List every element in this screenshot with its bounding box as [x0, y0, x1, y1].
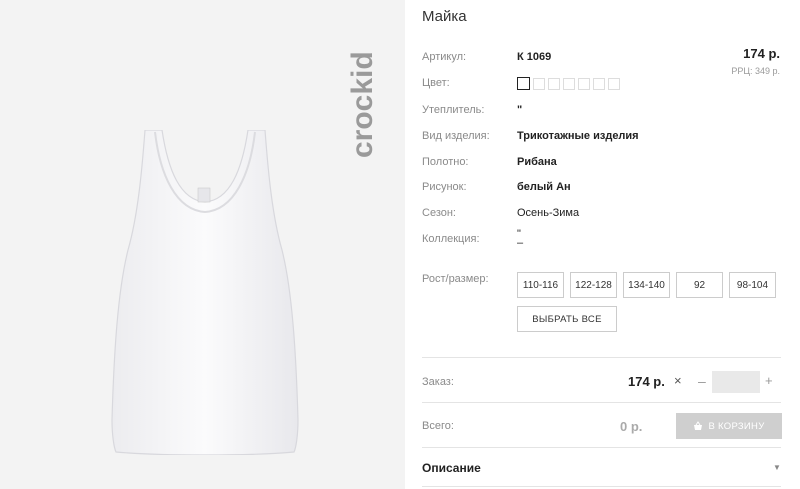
size-option-122-128[interactable]: 122-128 — [570, 272, 617, 298]
spec-label-season: Сезон: — [422, 207, 456, 219]
color-swatch[interactable] — [608, 77, 620, 90]
spec-label-article: Артикул: — [422, 51, 467, 63]
product-price: 174 р. — [743, 46, 780, 61]
size-option-98-104[interactable]: 98-104 — [729, 272, 776, 298]
spec-value-season: Осень-Зима — [517, 207, 580, 219]
order-label: Заказ: — [422, 376, 454, 388]
total-label: Всего: — [422, 420, 454, 432]
spec-label-collection: Коллекция: — [422, 233, 480, 245]
triangle-down-icon[interactable]: ▼ — [773, 463, 781, 472]
spec-value-fabric: Рибана — [517, 156, 557, 168]
color-swatch[interactable] — [533, 77, 545, 90]
product-photo[interactable] — [110, 130, 300, 455]
divider — [422, 486, 781, 487]
description-title[interactable]: Описание — [422, 461, 481, 475]
size-option-110-116[interactable]: 110-116 — [517, 272, 564, 298]
divider — [422, 402, 781, 403]
collection-dash: – — [517, 237, 524, 249]
divider — [422, 447, 781, 448]
product-title: Майка — [422, 8, 467, 25]
order-price: 174 р. — [628, 374, 665, 389]
color-swatch[interactable] — [578, 77, 590, 90]
spec-value-collection: " – — [517, 229, 524, 249]
spec-value-article: К 1069 — [517, 51, 552, 63]
divider — [422, 357, 781, 358]
recommended-retail-price: РРЦ: 349 р. — [731, 66, 780, 76]
size-label: Рост/размер: — [422, 273, 489, 285]
select-all-sizes-button[interactable]: ВЫБРАТЬ ВСЕ — [517, 306, 617, 332]
spec-label-color: Цвет: — [422, 77, 450, 89]
spec-label-fabric: Полотно: — [422, 156, 469, 168]
brand-logo: crockid — [346, 51, 379, 158]
color-swatch[interactable] — [548, 77, 560, 90]
basket-icon — [694, 421, 703, 430]
product-image-panel: crockid — [0, 0, 405, 489]
color-swatches — [517, 77, 620, 90]
spec-value-insulation: " — [517, 104, 523, 116]
quantity-input[interactable] — [712, 371, 760, 393]
clear-quantity-icon[interactable]: × — [674, 373, 682, 388]
add-to-cart-button[interactable]: В КОРЗИНУ — [676, 413, 782, 439]
size-option-92[interactable]: 92 — [676, 272, 723, 298]
spec-label-product-type: Вид изделия: — [422, 130, 490, 142]
color-swatch[interactable] — [517, 77, 530, 90]
decrease-quantity-button[interactable]: – — [698, 373, 706, 389]
color-swatch[interactable] — [593, 77, 605, 90]
total-value: 0 р. — [620, 419, 643, 434]
spec-label-pattern: Рисунок: — [422, 181, 467, 193]
add-to-cart-label: В КОРЗИНУ — [708, 420, 765, 432]
color-swatch[interactable] — [563, 77, 575, 90]
brand-logo-text: crockid — [346, 51, 379, 158]
spec-value-product-type: Трикотажные изделия — [517, 130, 639, 142]
increase-quantity-button[interactable]: + — [765, 373, 773, 388]
spec-value-pattern: белый Ан — [517, 181, 571, 193]
size-options: 110-116 122-128 134-140 92 98-104 — [517, 272, 776, 298]
size-option-134-140[interactable]: 134-140 — [623, 272, 670, 298]
spec-label-insulation: Утеплитель: — [422, 104, 485, 116]
